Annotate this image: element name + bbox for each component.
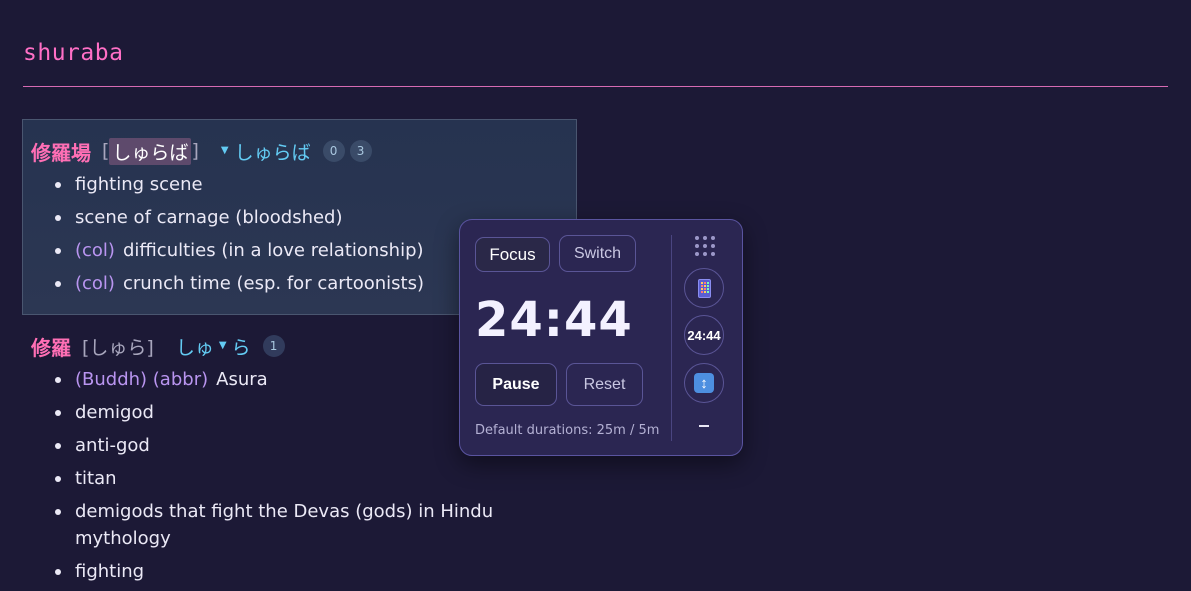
sense-text: titan (75, 468, 117, 489)
sense-tag: (Buddh) (abbr) (75, 369, 209, 390)
reset-button[interactable]: Reset (566, 363, 643, 406)
sense-list: (Buddh) (abbr) Asura demigod anti-god tit… (22, 366, 502, 591)
sense-item: (Buddh) (abbr) Asura (22, 366, 502, 393)
default-durations-text: Default durations: 25m / 5m (475, 423, 660, 438)
sense-item: demigod (22, 399, 502, 426)
sense-text: fighting scene (75, 174, 203, 195)
entry-header: 修羅 [しゅら] しゅ ▼ ら 1 (31, 332, 285, 361)
focus-mode-button[interactable]: Focus (475, 237, 550, 272)
timer-divider (671, 235, 672, 441)
switch-mode-button[interactable]: Switch (559, 235, 636, 272)
sense-text: difficulties (in a love relationship) (122, 240, 424, 261)
sense-item: titan (22, 465, 502, 492)
drag-handle-icon[interactable] (695, 236, 715, 256)
minimize-icon[interactable] (699, 425, 709, 427)
title-divider (23, 86, 1168, 87)
entry-kanji[interactable]: 修羅場 (31, 137, 91, 166)
sense-text: anti-god (75, 435, 150, 456)
entry-kana[interactable]: しゅらば (235, 138, 311, 165)
frequency-badge: 0 (322, 140, 345, 162)
entry-kana[interactable]: しゅ (176, 333, 214, 360)
sense-text: Asura (216, 369, 268, 390)
pitch-accent-icon: ▼ (220, 144, 229, 156)
resize-button[interactable]: ↕ (684, 363, 724, 403)
frequency-badge: 1 (262, 335, 285, 357)
sense-tag: (col) (75, 273, 115, 294)
entry-kana[interactable]: ら (232, 333, 251, 360)
mobile-phone-icon (697, 278, 711, 298)
mini-timer-button[interactable]: 24:44 (684, 315, 724, 355)
sense-item: demigods that fight the Devas (gods) in … (22, 498, 502, 552)
entry-kanji[interactable]: 修羅 (31, 332, 71, 361)
entry-reading[interactable]: しゅらば (109, 137, 192, 165)
sense-item: fighting (22, 558, 502, 585)
timer-display: 24:44 (475, 292, 633, 348)
sense-text: demigods that fight the Devas (gods) in … (75, 501, 494, 549)
sense-text: scene of carnage (bloodshed) (75, 207, 343, 228)
reading-bracket-close: ] (191, 140, 199, 162)
page-title: shuraba (23, 40, 124, 66)
sense-text: demigod (75, 402, 154, 423)
sense-text: crunch time (esp. for cartoonists) (122, 273, 424, 294)
frequency-badge: 3 (349, 140, 372, 162)
entry-reading[interactable]: [しゅら] (82, 333, 154, 360)
sense-item: anti-god (22, 432, 502, 459)
pitch-accent-icon: ▼ (218, 339, 227, 351)
sense-item: fighting scene (22, 171, 562, 198)
pause-button[interactable]: Pause (475, 363, 557, 406)
sense-text: fighting (75, 561, 145, 582)
mobile-view-button[interactable] (684, 268, 724, 308)
focus-timer-widget: Focus Switch 24:44 Pause Reset Default d… (459, 219, 743, 456)
reading-bracket-open: [ (102, 140, 110, 162)
sense-tag: (col) (75, 240, 115, 261)
up-down-arrow-icon: ↕ (694, 373, 714, 393)
entry-header: 修羅場 [ しゅらば ] ▼ しゅらば 0 3 (31, 137, 372, 166)
